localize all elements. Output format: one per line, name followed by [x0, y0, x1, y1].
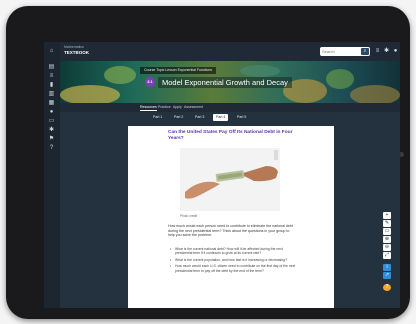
tab-assessment[interactable]: Assessment — [184, 104, 203, 111]
menu-icon[interactable]: ≡ — [374, 48, 381, 55]
search-box: ⌕ — [320, 47, 370, 56]
settings-icon[interactable]: ✱ — [48, 127, 55, 133]
zoom-out-icon[interactable]: ⊖ — [383, 244, 391, 251]
settings-icon[interactable]: ✱ — [383, 48, 390, 55]
question-bullets: What is the current national debt? How w… — [170, 247, 296, 275]
part-4-button[interactable]: Part 4 — [213, 114, 229, 121]
device-backdrop: ⌂ ▤ ≡ ▮ ▥ ▦ ● ▭ ✱ ⚑ ? Mathematics TEXTBO… — [0, 0, 416, 324]
lesson-page: Can the United States Pay Off Its Nation… — [128, 126, 334, 308]
plus-icon[interactable]: + — [383, 212, 391, 219]
home-icon[interactable]: ⌂ — [48, 48, 55, 54]
pencil-icon[interactable]: ✎ — [383, 220, 391, 227]
part-3-button[interactable]: Part 3 — [192, 114, 207, 121]
annotation-toolbar: + ✎ ▭ ⊕ ⊖ ⤢ i ↗ ? — [383, 212, 391, 298]
help-icon[interactable]: ? — [48, 145, 55, 151]
tablet-frame: ⌂ ▤ ≡ ▮ ▥ ▦ ● ▭ ✱ ⚑ ? Mathematics TEXTBO… — [6, 6, 410, 319]
info-icon[interactable]: i — [383, 264, 391, 271]
book-icon[interactable]: ▤ — [48, 64, 55, 70]
user-icon[interactable]: ● — [392, 48, 399, 55]
image-tools[interactable] — [274, 150, 278, 160]
chart-icon[interactable]: ▥ — [48, 91, 55, 97]
tab-practice[interactable]: Practice — [158, 104, 171, 111]
zoom-in-icon[interactable]: ⊕ — [383, 236, 391, 243]
image-caption: Photo credit — [180, 214, 198, 218]
question-body: How much would each person need to contr… — [168, 224, 293, 238]
help-icon[interactable]: ? — [383, 284, 391, 291]
search-input[interactable] — [322, 48, 360, 55]
fullscreen-icon[interactable]: ⤢ — [383, 252, 391, 259]
list-item: What is the current national debt? How w… — [170, 247, 296, 256]
tab-resources[interactable]: Resources — [140, 104, 157, 111]
top-bar: Mathematics TEXTBOOK ⌕ ≡ ✱ ● — [60, 42, 400, 61]
list-item: What is the current population, and how … — [170, 258, 296, 263]
breadcrumb[interactable]: Course Topic Lesson Exponential Function… — [140, 67, 217, 74]
part-2-button[interactable]: Part 2 — [171, 114, 186, 121]
unit-badge: 3.1 — [145, 77, 155, 87]
money-handoff-photo — [180, 148, 280, 211]
app-screen: ⌂ ▤ ≡ ▮ ▥ ▦ ● ▭ ✱ ⚑ ? Mathematics TEXTBO… — [44, 42, 400, 308]
tab-apply[interactable]: Apply — [173, 104, 182, 111]
brand-logo[interactable]: Mathematics TEXTBOOK — [64, 45, 104, 59]
flag-icon[interactable]: ⚑ — [48, 136, 55, 142]
share-icon[interactable]: ↗ — [383, 272, 391, 279]
brand-name: TEXTBOOK — [64, 50, 90, 55]
list-item: How much would each U.S. citizen need to… — [170, 264, 296, 273]
list-icon[interactable]: ≡ — [48, 73, 55, 79]
part-5-button[interactable]: Part 5 — [234, 114, 249, 121]
calendar-icon[interactable]: ▦ — [48, 100, 55, 106]
resource-tabs: Resources Practice Apply Assessment — [60, 103, 400, 112]
brand-subtitle: Mathematics — [64, 45, 84, 49]
people-icon[interactable]: ● — [48, 109, 55, 115]
notes-icon[interactable]: ▭ — [48, 118, 55, 124]
lesson-part-nav: Part 1 Part 2 Part 3 Part 4 Part 5 — [60, 112, 400, 124]
lesson-hero-banner: Course Topic Lesson Exponential Function… — [60, 61, 400, 103]
bookmark-icon[interactable]: ▮ — [48, 82, 55, 88]
left-nav-rail: ⌂ ▤ ≡ ▮ ▥ ▦ ● ▭ ✱ ⚑ ? — [44, 42, 60, 308]
search-icon[interactable]: ⌕ — [361, 48, 369, 55]
part-1-button[interactable]: Part 1 — [150, 114, 165, 121]
page-title: Model Exponential Growth and Decay — [158, 77, 292, 88]
question-title: Can the United States Pay Off Its Nation… — [168, 130, 293, 141]
eraser-icon[interactable]: ▭ — [383, 228, 391, 235]
money-handoff-illustration — [180, 148, 280, 211]
